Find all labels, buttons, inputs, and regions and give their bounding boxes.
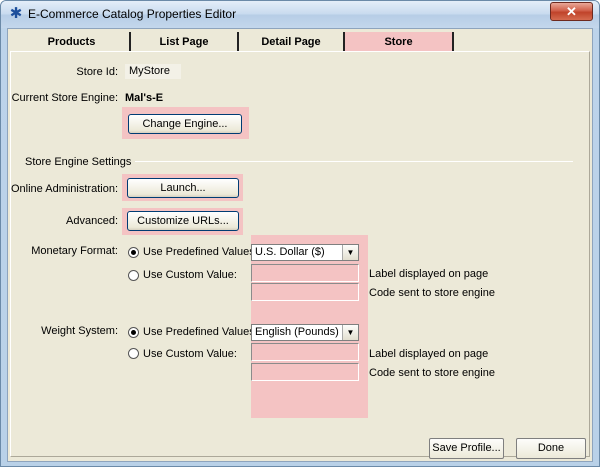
store-engine-label: Current Store Engine: [11, 92, 118, 104]
weight-predefined-label: Use Predefined Values: [143, 326, 258, 338]
weight-system-select[interactable]: English (Pounds) ▼ [251, 324, 359, 341]
save-profile-button[interactable]: Save Profile... [429, 438, 504, 459]
weight-system-label: Weight System: [41, 325, 118, 337]
monetary-format-label: Monetary Format: [31, 245, 118, 257]
window-title: E-Commerce Catalog Properties Editor [28, 7, 237, 21]
monetary-display-caption: Label displayed on page [369, 268, 489, 280]
monetary-predefined-label: Use Predefined Values: [143, 246, 258, 258]
launch-button[interactable]: Launch... [127, 178, 239, 198]
weight-code-caption: Code sent to store engine [369, 367, 495, 379]
done-button[interactable]: Done [516, 438, 586, 459]
dialog-body: Products List Page Detail Page Store Sto… [7, 28, 593, 462]
monetary-predefined-radio[interactable] [128, 247, 139, 258]
store-engine-value: Mal's-E [125, 92, 164, 104]
chevron-down-icon: ▼ [342, 245, 358, 260]
monetary-code-caption: Code sent to store engine [369, 287, 495, 299]
change-engine-button[interactable]: Change Engine... [128, 114, 242, 134]
weight-custom-label: Use Custom Value: [143, 348, 237, 360]
store-engine-settings-heading: Store Engine Settings [25, 156, 132, 168]
section-divider [135, 161, 573, 162]
properties-editor-window: ✱ E-Commerce Catalog Properties Editor ✕… [0, 0, 600, 467]
monetary-custom-label: Use Custom Value: [143, 269, 237, 281]
chevron-down-icon: ▼ [342, 325, 358, 340]
online-admin-label: Online Administration: [11, 183, 118, 195]
weight-display-input[interactable] [251, 343, 359, 361]
store-id-value: MyStore [125, 64, 181, 79]
weight-display-caption: Label displayed on page [369, 348, 489, 360]
monetary-custom-radio[interactable] [128, 270, 139, 281]
advanced-label: Advanced: [66, 215, 118, 227]
weight-custom-radio[interactable] [128, 348, 139, 359]
weight-system-value: English (Pounds) [255, 326, 339, 338]
title-bar[interactable]: ✱ E-Commerce Catalog Properties Editor ✕ [1, 1, 599, 28]
store-tab-panel: Store Id: MyStore Current Store Engine: … [10, 51, 590, 457]
monetary-code-input[interactable] [251, 283, 359, 301]
close-button[interactable]: ✕ [550, 2, 593, 21]
monetary-display-input[interactable] [251, 264, 359, 282]
monetary-currency-select[interactable]: U.S. Dollar ($) ▼ [251, 244, 359, 261]
app-gear-icon: ✱ [9, 5, 23, 22]
close-icon: ✕ [566, 4, 577, 19]
monetary-currency-value: U.S. Dollar ($) [255, 246, 325, 258]
weight-predefined-radio[interactable] [128, 327, 139, 338]
weight-code-input[interactable] [251, 363, 359, 381]
store-id-label: Store Id: [76, 66, 118, 78]
customize-urls-button[interactable]: Customize URLs... [127, 211, 239, 231]
